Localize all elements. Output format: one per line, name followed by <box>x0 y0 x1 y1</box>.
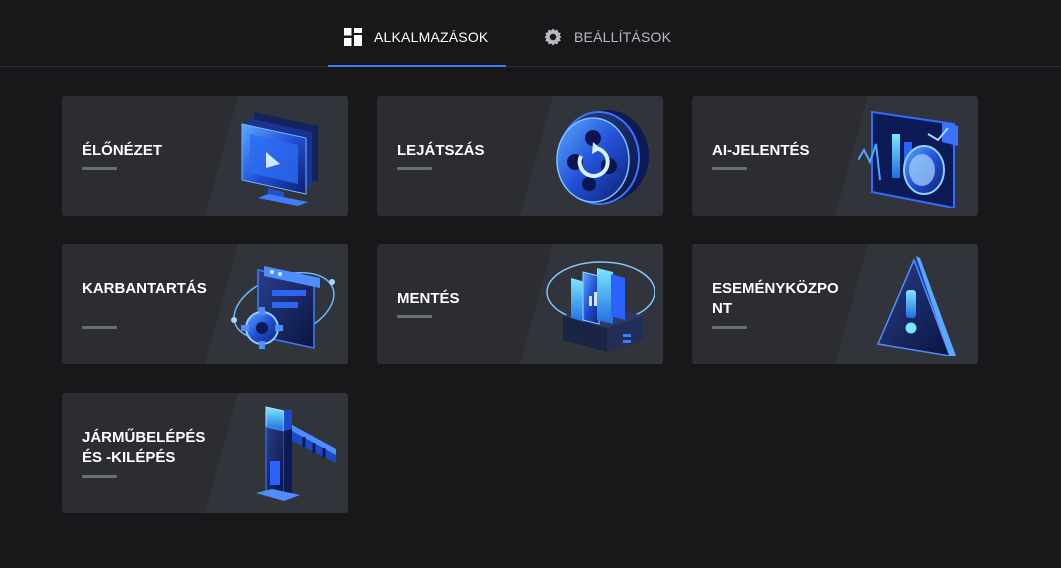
tab-applications-label: ALKALMAZÁSOK <box>374 29 489 45</box>
card-label: ÉLŐNÉZET <box>82 142 163 159</box>
card-label: LEJÁTSZÁS <box>397 142 485 159</box>
card-underline <box>82 326 117 329</box>
card-label: AI-JELENTÉS <box>712 142 810 159</box>
card-underline <box>712 167 747 170</box>
card-backup[interactable]: MENTÉS <box>377 244 663 364</box>
card-live-view[interactable]: ÉLŐNÉZET <box>62 96 348 216</box>
grid-icon <box>344 28 362 46</box>
card-ai-report[interactable]: AI-JELENTÉS <box>692 96 978 216</box>
warning-triangle-icon <box>876 256 957 356</box>
card-label: KARBANTARTÁS <box>82 280 207 297</box>
card-label: JÁRMŰBELÉPÉS ÉS -KILÉPÉS <box>82 429 206 466</box>
card-underline <box>712 326 747 329</box>
active-tab-indicator <box>328 65 506 67</box>
tab-settings-label: BEÁLLÍTÁSOK <box>574 29 672 45</box>
card-event-center[interactable]: ESEMÉNYKÖZPONT <box>692 244 978 364</box>
card-underline <box>397 315 432 318</box>
card-vehicle-entry-exit[interactable]: JÁRMŰBELÉPÉS ÉS -KILÉPÉS <box>62 393 348 513</box>
card-underline <box>397 167 432 170</box>
card-label: ESEMÉNYKÖZPONT <box>712 280 839 317</box>
card-label: MENTÉS <box>397 290 460 307</box>
ai-report-chart-icon <box>858 110 958 208</box>
card-playback[interactable]: LEJÁTSZÁS <box>377 96 663 216</box>
card-maintenance[interactable]: KARBANTARTÁS <box>62 244 348 364</box>
card-underline <box>82 475 117 478</box>
tab-applications[interactable]: ALKALMAZÁSOK <box>328 28 506 67</box>
backup-storage-icon <box>546 261 655 352</box>
top-navigation: ALKALMAZÁSOK BEÁLLÍTÁSOK <box>0 0 1061 67</box>
monitor-icon <box>241 112 318 206</box>
card-underline <box>82 167 117 170</box>
maintenance-gear-icon <box>231 266 335 349</box>
tab-settings[interactable]: BEÁLLÍTÁSOK <box>544 28 694 66</box>
barrier-gate-icon <box>256 406 336 501</box>
playback-reel-icon <box>556 110 649 205</box>
gear-icon <box>544 28 562 46</box>
